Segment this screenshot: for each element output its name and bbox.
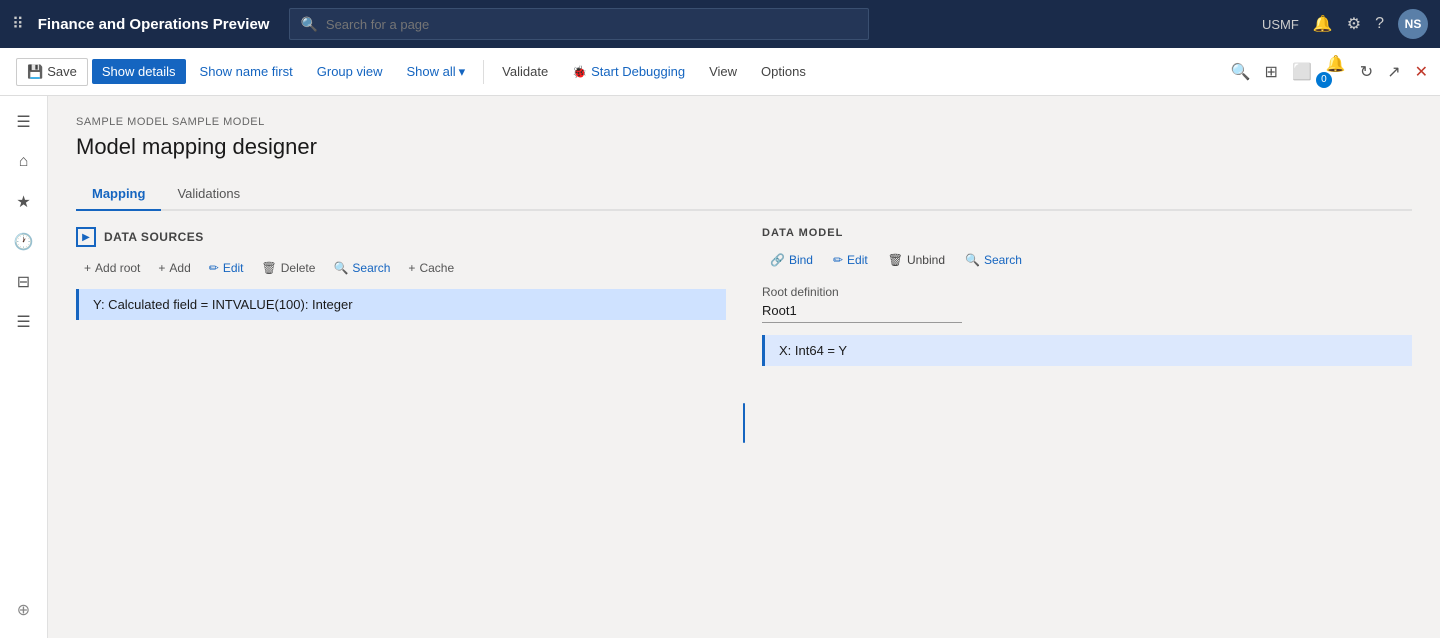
breadcrumb: SAMPLE MODEL SAMPLE MODEL	[76, 116, 1412, 128]
cache-button[interactable]: + Cache	[400, 257, 462, 279]
sidebar: ☰ ⌂ ★ 🕐 ⊟ ☰ ⊕	[0, 96, 48, 638]
save-icon: 💾	[27, 64, 43, 80]
search-box[interactable]: 🔍	[289, 8, 869, 40]
search-dm-icon: 🔍	[965, 253, 980, 267]
avatar[interactable]: NS	[1398, 9, 1428, 39]
search-dm-button[interactable]: 🔍 Search	[957, 249, 1030, 271]
panels-container: ▶ DATA SOURCES + Add root + Add ✏ Edit	[76, 227, 1412, 619]
search-input[interactable]	[326, 17, 859, 32]
edit-icon: ✏	[209, 261, 219, 275]
sidebar-item-workspaces[interactable]: ⊟	[6, 264, 42, 300]
bind-icon: 🔗	[770, 253, 785, 267]
main-content: SAMPLE MODEL SAMPLE MODEL Model mapping …	[48, 96, 1440, 638]
tab-validations[interactable]: Validations	[161, 178, 256, 211]
search-ds-button[interactable]: 🔍 Search	[325, 257, 398, 279]
user-company: USMF	[1262, 17, 1299, 32]
settings-icon[interactable]: ⚙	[1347, 14, 1361, 34]
sidebar-item-home[interactable]: ⌂	[6, 144, 42, 180]
edit-dm-icon: ✏	[833, 253, 843, 267]
notification-badge: 0	[1316, 72, 1332, 88]
toolbar-separator	[483, 60, 484, 84]
edit-dm-button[interactable]: ✏ Edit	[825, 249, 876, 271]
add-icon: +	[158, 261, 165, 275]
save-button[interactable]: 💾 Save	[16, 58, 88, 86]
start-debugging-button[interactable]: 🐞 Start Debugging	[562, 59, 695, 84]
data-sources-header: ▶ DATA SOURCES	[76, 227, 726, 247]
search-ds-icon: 🔍	[333, 261, 348, 275]
sidebar-item-recent[interactable]: 🕐	[6, 224, 42, 260]
help-icon[interactable]: ?	[1375, 15, 1384, 33]
divider-bar	[743, 403, 745, 443]
bind-button[interactable]: 🔗 Bind	[762, 249, 821, 271]
tabs: Mapping Validations	[76, 178, 1412, 211]
edit-button[interactable]: ✏ Edit	[201, 257, 252, 279]
close-button[interactable]: ✕	[1411, 58, 1432, 86]
data-sources-title: DATA SOURCES	[104, 230, 204, 244]
top-nav: ⠿ Finance and Operations Preview 🔍 USMF …	[0, 0, 1440, 48]
root-definition-value[interactable]: Root1	[762, 303, 962, 323]
table-row[interactable]: Y: Calculated field = INTVALUE(100): Int…	[76, 289, 726, 320]
delete-icon: 🗑	[262, 261, 277, 275]
data-model-actions: 🔗 Bind ✏ Edit 🗑 Unbind 🔍 Search	[762, 249, 1412, 271]
maximize-button[interactable]: ↗	[1383, 58, 1404, 86]
data-model-title: DATA MODEL	[762, 227, 1412, 239]
root-definition-label: Root definition	[762, 285, 1412, 299]
delete-button[interactable]: 🗑 Delete	[254, 257, 324, 279]
toolbar-right: 🔍 ⊞ ⬜ 🔔 0 ↻ ↗ ✕	[1227, 50, 1432, 94]
tab-mapping[interactable]: Mapping	[76, 178, 161, 211]
view-button[interactable]: View	[699, 59, 747, 84]
cache-icon: +	[408, 261, 415, 275]
page-title: Model mapping designer	[76, 134, 1412, 160]
personalize-button[interactable]: ⊞	[1261, 58, 1282, 86]
add-root-button[interactable]: + Add root	[76, 257, 148, 279]
options-button[interactable]: Options	[751, 59, 816, 84]
sidebar-toggle[interactable]: ☰	[6, 104, 42, 140]
show-all-button[interactable]: Show all ▾	[397, 59, 476, 85]
unbind-icon: 🗑	[888, 253, 903, 267]
app-body: ☰ ⌂ ★ 🕐 ⊟ ☰ ⊕ SAMPLE MODEL SAMPLE MODEL …	[0, 96, 1440, 638]
table-row[interactable]: X: Int64 = Y	[762, 335, 1412, 366]
data-sources-panel: ▶ DATA SOURCES + Add root + Add ✏ Edit	[76, 227, 742, 619]
refresh-button[interactable]: ↻	[1356, 58, 1377, 86]
sidebar-item-favorites[interactable]: ★	[6, 184, 42, 220]
show-name-first-button[interactable]: Show name first	[190, 59, 303, 84]
chevron-down-icon: ▾	[459, 64, 466, 80]
data-sources-actions: + Add root + Add ✏ Edit 🗑 Delete	[76, 257, 726, 279]
notifications-icon[interactable]: 🔔	[1313, 14, 1333, 34]
open-in-new-button[interactable]: ⬜	[1288, 58, 1316, 86]
app-title: Finance and Operations Preview	[38, 16, 270, 33]
group-view-button[interactable]: Group view	[307, 59, 393, 84]
search-toolbar-button[interactable]: 🔍	[1227, 58, 1255, 86]
sidebar-item-modules[interactable]: ☰	[6, 304, 42, 340]
toolbar: 💾 Save Show details Show name first Grou…	[0, 48, 1440, 96]
show-details-button[interactable]: Show details	[92, 59, 186, 84]
add-button[interactable]: + Add	[150, 257, 198, 279]
data-model-panel: DATA MODEL 🔗 Bind ✏ Edit 🗑 Unbind	[746, 227, 1412, 619]
search-icon: 🔍	[300, 16, 317, 33]
nav-right-controls: USMF 🔔 ⚙ ? NS	[1262, 9, 1428, 39]
grid-menu-icon[interactable]: ⠿	[12, 14, 24, 34]
validate-button[interactable]: Validate	[492, 59, 558, 84]
plus-icon: +	[84, 261, 91, 275]
debug-icon: 🐞	[572, 65, 587, 79]
panel-collapse-icon[interactable]: ▶	[76, 227, 96, 247]
sidebar-item-filter[interactable]: ⊕	[6, 592, 42, 628]
unbind-button[interactable]: 🗑 Unbind	[880, 249, 953, 271]
